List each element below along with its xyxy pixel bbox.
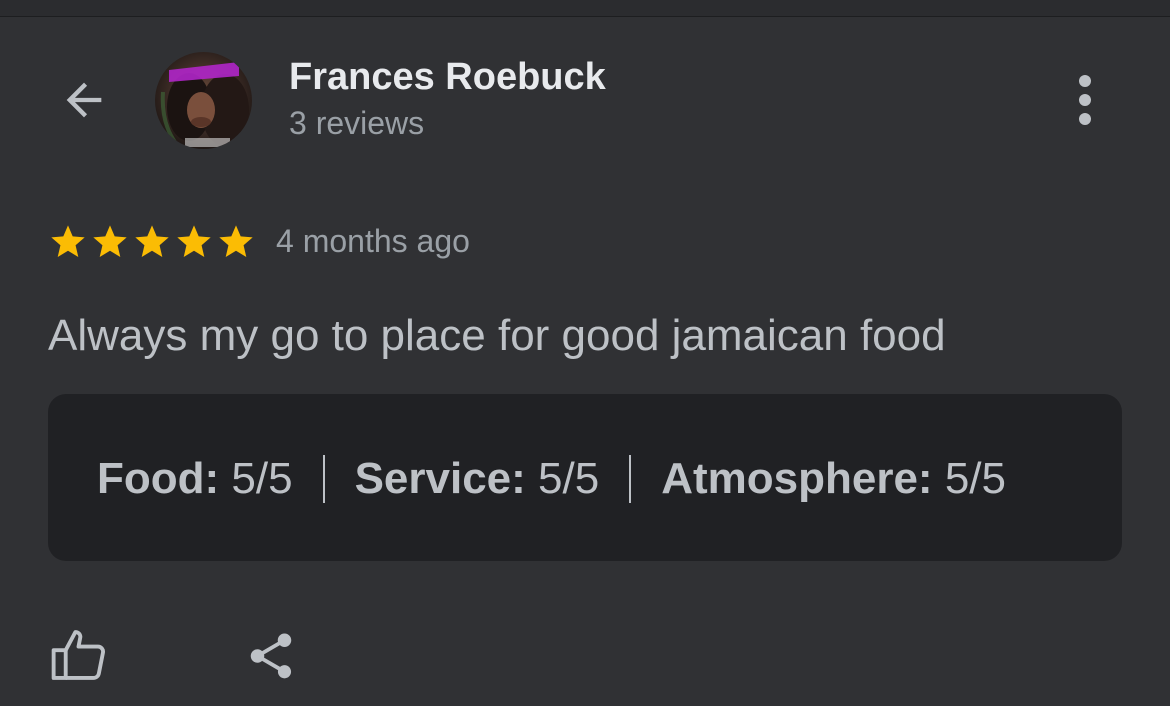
- rating-separator: [629, 455, 632, 503]
- share-icon: [250, 633, 292, 679]
- star-icon: [51, 225, 85, 257]
- category-ratings-card: Food: 5/5 Service: 5/5 Atmosphere: 5/5: [48, 394, 1122, 561]
- rating-label: Food:: [97, 454, 220, 503]
- rating-atmosphere: Atmosphere: 5/5: [661, 454, 1006, 504]
- review-text: Always my go to place for good jamaican …: [48, 311, 946, 360]
- arrow-back-icon: [66, 82, 102, 118]
- rating-food: Food: 5/5: [97, 454, 293, 504]
- review-time: 4 months ago: [276, 223, 470, 259]
- category-ratings-row: Food: 5/5 Service: 5/5 Atmosphere: 5/5: [97, 454, 1006, 504]
- rating-value: 5/5: [231, 454, 293, 503]
- review-screen: Frances Roebuck 3 reviews 4 months ago A…: [0, 0, 1170, 706]
- more-options-button[interactable]: [1060, 70, 1110, 130]
- more-vertical-icon: [1079, 75, 1091, 125]
- star-icon: [177, 225, 211, 257]
- back-button[interactable]: [52, 70, 116, 130]
- star-rating: [47, 222, 257, 262]
- avatar-image: [155, 52, 252, 149]
- star-icon: [93, 225, 127, 257]
- top-bar-divider: [0, 0, 1170, 17]
- like-button[interactable]: [46, 622, 112, 688]
- rating-label: Atmosphere:: [661, 454, 933, 503]
- review-count[interactable]: 3 reviews: [289, 103, 606, 143]
- rating-label: Service:: [354, 454, 526, 503]
- reviewer-info: Frances Roebuck 3 reviews: [289, 56, 606, 143]
- rating-separator: [322, 455, 325, 503]
- rating-service: Service: 5/5: [355, 454, 600, 504]
- share-button[interactable]: [240, 625, 302, 687]
- star-icon: [135, 225, 169, 257]
- reviewer-avatar[interactable]: [155, 52, 252, 149]
- star-icon: [219, 225, 253, 257]
- thumbs-up-icon: [51, 630, 105, 680]
- reviewer-name[interactable]: Frances Roebuck: [289, 56, 606, 98]
- rating-value: 5/5: [538, 454, 600, 503]
- rating-value: 5/5: [944, 454, 1006, 503]
